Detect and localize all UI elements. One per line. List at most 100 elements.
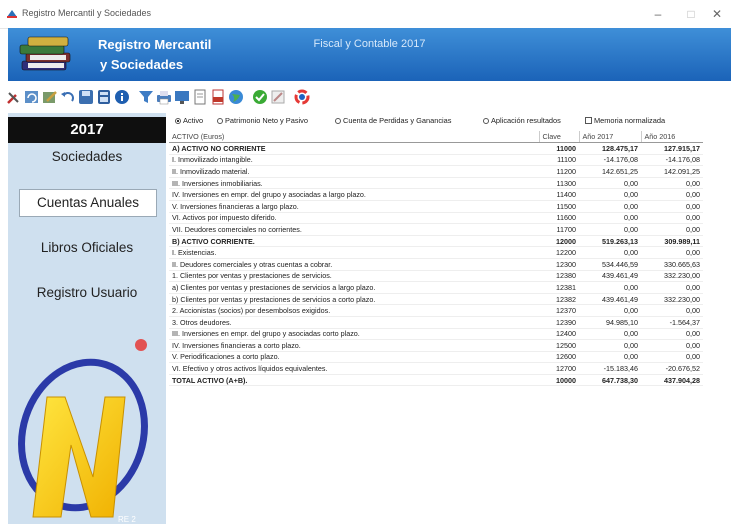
globe-icon[interactable] bbox=[228, 89, 244, 105]
table-row[interactable]: II. Deudores comerciales y otras cuentas… bbox=[169, 258, 703, 271]
col-header-clave[interactable]: Clave bbox=[538, 131, 579, 143]
radio-perdidas-ganancias[interactable]: Cuenta de Perdidas y Ganancias bbox=[335, 116, 451, 125]
table-row[interactable]: 3. Otros deudores. 12390 94.985,10 -1.564,3… bbox=[169, 316, 703, 329]
row-value-2017: 0,00 bbox=[579, 188, 641, 201]
row-clave: 12300 bbox=[539, 258, 579, 271]
close-button[interactable]: ✕ bbox=[704, 5, 730, 23]
radio-perdidas-label: Cuenta de Perdidas y Ganancias bbox=[343, 116, 452, 125]
sidebar-item-sociedades[interactable]: Sociedades bbox=[8, 149, 166, 164]
col-header-2017[interactable]: Año 2017 bbox=[578, 131, 641, 143]
row-value-2016: 330.665,63 bbox=[641, 258, 703, 271]
table-header: ACTIVO (Euros) Clave Año 2017 Año 2016 bbox=[169, 131, 703, 143]
funnel-icon[interactable] bbox=[138, 89, 154, 105]
radio-activo[interactable]: Activo bbox=[175, 116, 203, 125]
row-value-2017: 439.461,49 bbox=[579, 270, 641, 283]
row-value-2017: 142.651,25 bbox=[579, 165, 641, 178]
row-label: V. Inversiones financieras a largo plazo… bbox=[169, 200, 539, 213]
edit-icon[interactable] bbox=[42, 89, 58, 105]
radio-patrimonio[interactable]: Patrimonio Neto y Pasivo bbox=[217, 116, 308, 125]
table-row[interactable]: VI. Activos por impuesto diferido. 11600 0… bbox=[169, 212, 703, 225]
app-icon bbox=[7, 10, 17, 18]
row-label: B) ACTIVO CORRIENTE. bbox=[169, 235, 539, 248]
table-row[interactable]: V. Inversiones financieras a largo plazo… bbox=[169, 200, 703, 213]
window-title: Registro Mercantil y Sociedades bbox=[22, 8, 152, 18]
row-value-2017: 0,00 bbox=[579, 246, 641, 259]
col-header-concept[interactable]: ACTIVO (Euros) bbox=[169, 131, 539, 143]
minimize-button[interactable]: – bbox=[645, 5, 671, 23]
table-row[interactable]: IV. Inversiones en empr. del grupo y aso… bbox=[169, 188, 703, 201]
row-label: TOTAL ACTIVO (A+B). bbox=[169, 373, 539, 387]
radio-icon bbox=[217, 118, 223, 124]
row-value-2016: 0,00 bbox=[641, 223, 703, 236]
row-value-2016: 127.915,17 bbox=[641, 142, 703, 155]
calculator-icon[interactable] bbox=[96, 89, 112, 105]
tools-icon[interactable] bbox=[6, 89, 22, 105]
disk-icon[interactable] bbox=[78, 89, 94, 105]
table-row[interactable]: TOTAL ACTIVO (A+B). 10000 647.738,30 437.90… bbox=[169, 373, 703, 387]
row-clave: 12000 bbox=[539, 235, 579, 248]
row-value-2016: 332.230,00 bbox=[641, 270, 703, 283]
table-row[interactable]: I. Inmovilizado intangible. 11100 -14.176,… bbox=[169, 154, 703, 167]
refresh-icon[interactable] bbox=[24, 89, 40, 105]
sidebar-footer-label: RE 2 bbox=[118, 515, 136, 524]
row-value-2017: 0,00 bbox=[579, 339, 641, 352]
banner-title-line2: y Sociedades bbox=[100, 57, 184, 72]
toolbar bbox=[0, 81, 731, 113]
radio-icon bbox=[483, 118, 489, 124]
row-value-2017: 0,00 bbox=[579, 200, 641, 213]
maximize-button[interactable]: □ bbox=[678, 5, 704, 23]
table-row[interactable]: B) ACTIVO CORRIENTE. 12000 519.263,13 309.9… bbox=[169, 235, 703, 248]
checkbox-icon bbox=[585, 117, 592, 124]
table-row[interactable]: A) ACTIVO NO CORRIENTE 11000 128.475,17 127… bbox=[169, 142, 703, 155]
row-value-2017: 0,00 bbox=[579, 177, 641, 190]
row-clave: 12500 bbox=[539, 339, 579, 352]
radio-patrimonio-label: Patrimonio Neto y Pasivo bbox=[225, 116, 308, 125]
row-clave: 12370 bbox=[539, 304, 579, 317]
sidebar-item-cuentas-anuales[interactable]: Cuentas Anuales bbox=[19, 189, 157, 217]
table-row[interactable]: III. Inversiones en empr. del grupo y as… bbox=[169, 328, 703, 341]
row-clave: 12700 bbox=[539, 362, 579, 375]
row-value-2017: 128.475,17 bbox=[579, 142, 641, 155]
document-icon[interactable] bbox=[192, 89, 208, 105]
row-value-2016: 0,00 bbox=[641, 339, 703, 352]
row-value-2016: 0,00 bbox=[641, 212, 703, 225]
table-row[interactable]: a) Clientes por ventas y prestaciones de… bbox=[169, 281, 703, 294]
sidebar-item-registro-usuario[interactable]: Registro Usuario bbox=[8, 285, 166, 300]
undo-icon[interactable] bbox=[60, 89, 76, 105]
table-row[interactable]: VI. Efectivo y otros activos líquidos eq… bbox=[169, 362, 703, 375]
sidebar-item-libros-oficiales[interactable]: Libros Oficiales bbox=[8, 240, 166, 255]
table-row[interactable]: III. Inversiones inmobiliarias. 11300 0,00… bbox=[169, 177, 703, 190]
row-value-2016: 0,00 bbox=[641, 328, 703, 341]
table-row[interactable]: I. Existencias. 12200 0,00 0,00 bbox=[169, 246, 703, 259]
table-row[interactable]: 2. Accionistas (socios) por desembolsos … bbox=[169, 304, 703, 317]
table-row[interactable]: IV. Inversiones financieras a corto plaz… bbox=[169, 339, 703, 352]
row-label: IV. Inversiones financieras a corto plaz… bbox=[169, 339, 539, 352]
info-icon[interactable] bbox=[114, 89, 130, 105]
table-row[interactable]: V. Periodificaciones a corto plazo. 12600… bbox=[169, 351, 703, 364]
row-label: II. Deudores comerciales y otras cuentas… bbox=[169, 258, 539, 271]
checkbox-memoria[interactable]: Memoria normalizada bbox=[585, 116, 665, 125]
color-icon[interactable] bbox=[294, 89, 310, 105]
row-value-2017: 0,00 bbox=[579, 223, 641, 236]
radio-aplicacion-label: Aplicación resultados bbox=[491, 116, 561, 125]
row-value-2016: 0,00 bbox=[641, 281, 703, 294]
check-icon[interactable] bbox=[252, 89, 268, 105]
table-row[interactable]: 1. Clientes por ventas y prestaciones de… bbox=[169, 270, 703, 283]
row-value-2016: 437.904,28 bbox=[641, 373, 703, 387]
pencil-icon[interactable] bbox=[270, 89, 286, 105]
col-header-2016[interactable]: Año 2016 bbox=[640, 131, 703, 143]
pdf-icon[interactable] bbox=[210, 89, 226, 105]
row-value-2016: 0,00 bbox=[641, 304, 703, 317]
print-icon[interactable] bbox=[156, 89, 172, 105]
monitor-icon[interactable] bbox=[174, 89, 190, 105]
row-clave: 11500 bbox=[539, 200, 579, 213]
row-value-2016: -20.676,52 bbox=[641, 362, 703, 375]
table-row[interactable]: b) Clientes por ventas y prestaciones de… bbox=[169, 293, 703, 306]
empty-area bbox=[169, 463, 731, 524]
table-row[interactable]: II. Inmovilizado material. 11200 142.651,2… bbox=[169, 165, 703, 178]
radio-icon bbox=[335, 118, 341, 124]
table-body: A) ACTIVO NO CORRIENTE 11000 128.475,17 127… bbox=[169, 142, 703, 387]
row-value-2016: 332.230,00 bbox=[641, 293, 703, 306]
table-row[interactable]: VII. Deudores comerciales no corrientes.… bbox=[169, 223, 703, 236]
radio-aplicacion-resultados[interactable]: Aplicación resultados bbox=[483, 116, 561, 125]
